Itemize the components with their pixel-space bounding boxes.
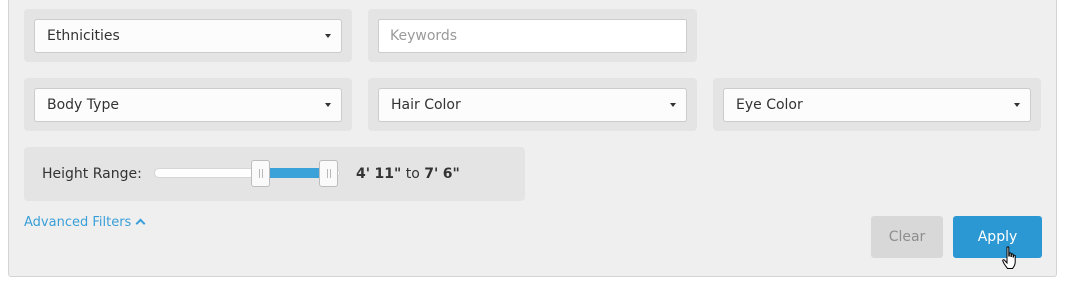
- chevron-down-icon: [325, 34, 331, 38]
- ethnicities-wrapper: Ethnicities: [24, 9, 352, 62]
- hair-color-wrapper: Hair Color: [368, 78, 697, 131]
- ethnicities-dropdown-label: Ethnicities: [47, 28, 120, 44]
- body-type-dropdown[interactable]: Body Type: [34, 88, 342, 122]
- hair-color-dropdown-label: Hair Color: [391, 97, 461, 113]
- keywords-input[interactable]: [378, 19, 687, 53]
- height-range-max-handle[interactable]: [319, 160, 339, 187]
- height-min-inches: 11": [374, 166, 402, 182]
- height-range-label: Height Range:: [42, 166, 142, 182]
- keywords-wrapper: [368, 9, 697, 62]
- apply-button[interactable]: Apply: [953, 216, 1042, 258]
- hair-color-dropdown[interactable]: Hair Color: [378, 88, 687, 122]
- advanced-filters-label: Advanced Filters: [24, 215, 132, 230]
- height-range-min-handle[interactable]: [251, 160, 271, 187]
- advanced-filters-toggle[interactable]: Advanced Filters: [24, 215, 146, 230]
- height-range-value: 4' 11" to 7' 6": [356, 147, 460, 201]
- height-max-inches: 6": [442, 166, 460, 182]
- body-type-wrapper: Body Type: [24, 78, 352, 131]
- eye-color-wrapper: Eye Color: [713, 78, 1041, 131]
- height-range-connector: to: [405, 166, 420, 182]
- clear-button[interactable]: Clear: [871, 216, 943, 258]
- chevron-down-icon: [1014, 103, 1020, 107]
- ethnicities-dropdown[interactable]: Ethnicities: [34, 19, 342, 53]
- height-max-feet: 7': [424, 166, 439, 182]
- chevron-up-icon: [135, 218, 146, 229]
- body-type-dropdown-label: Body Type: [47, 97, 119, 113]
- height-min-feet: 4': [356, 166, 371, 182]
- eye-color-dropdown-label: Eye Color: [736, 97, 803, 113]
- height-range-wrapper: Height Range: 4' 11" to 7' 6": [24, 147, 525, 201]
- eye-color-dropdown[interactable]: Eye Color: [723, 88, 1031, 122]
- chevron-down-icon: [325, 103, 331, 107]
- hand-cursor-icon: [1002, 246, 1016, 269]
- chevron-down-icon: [670, 103, 676, 107]
